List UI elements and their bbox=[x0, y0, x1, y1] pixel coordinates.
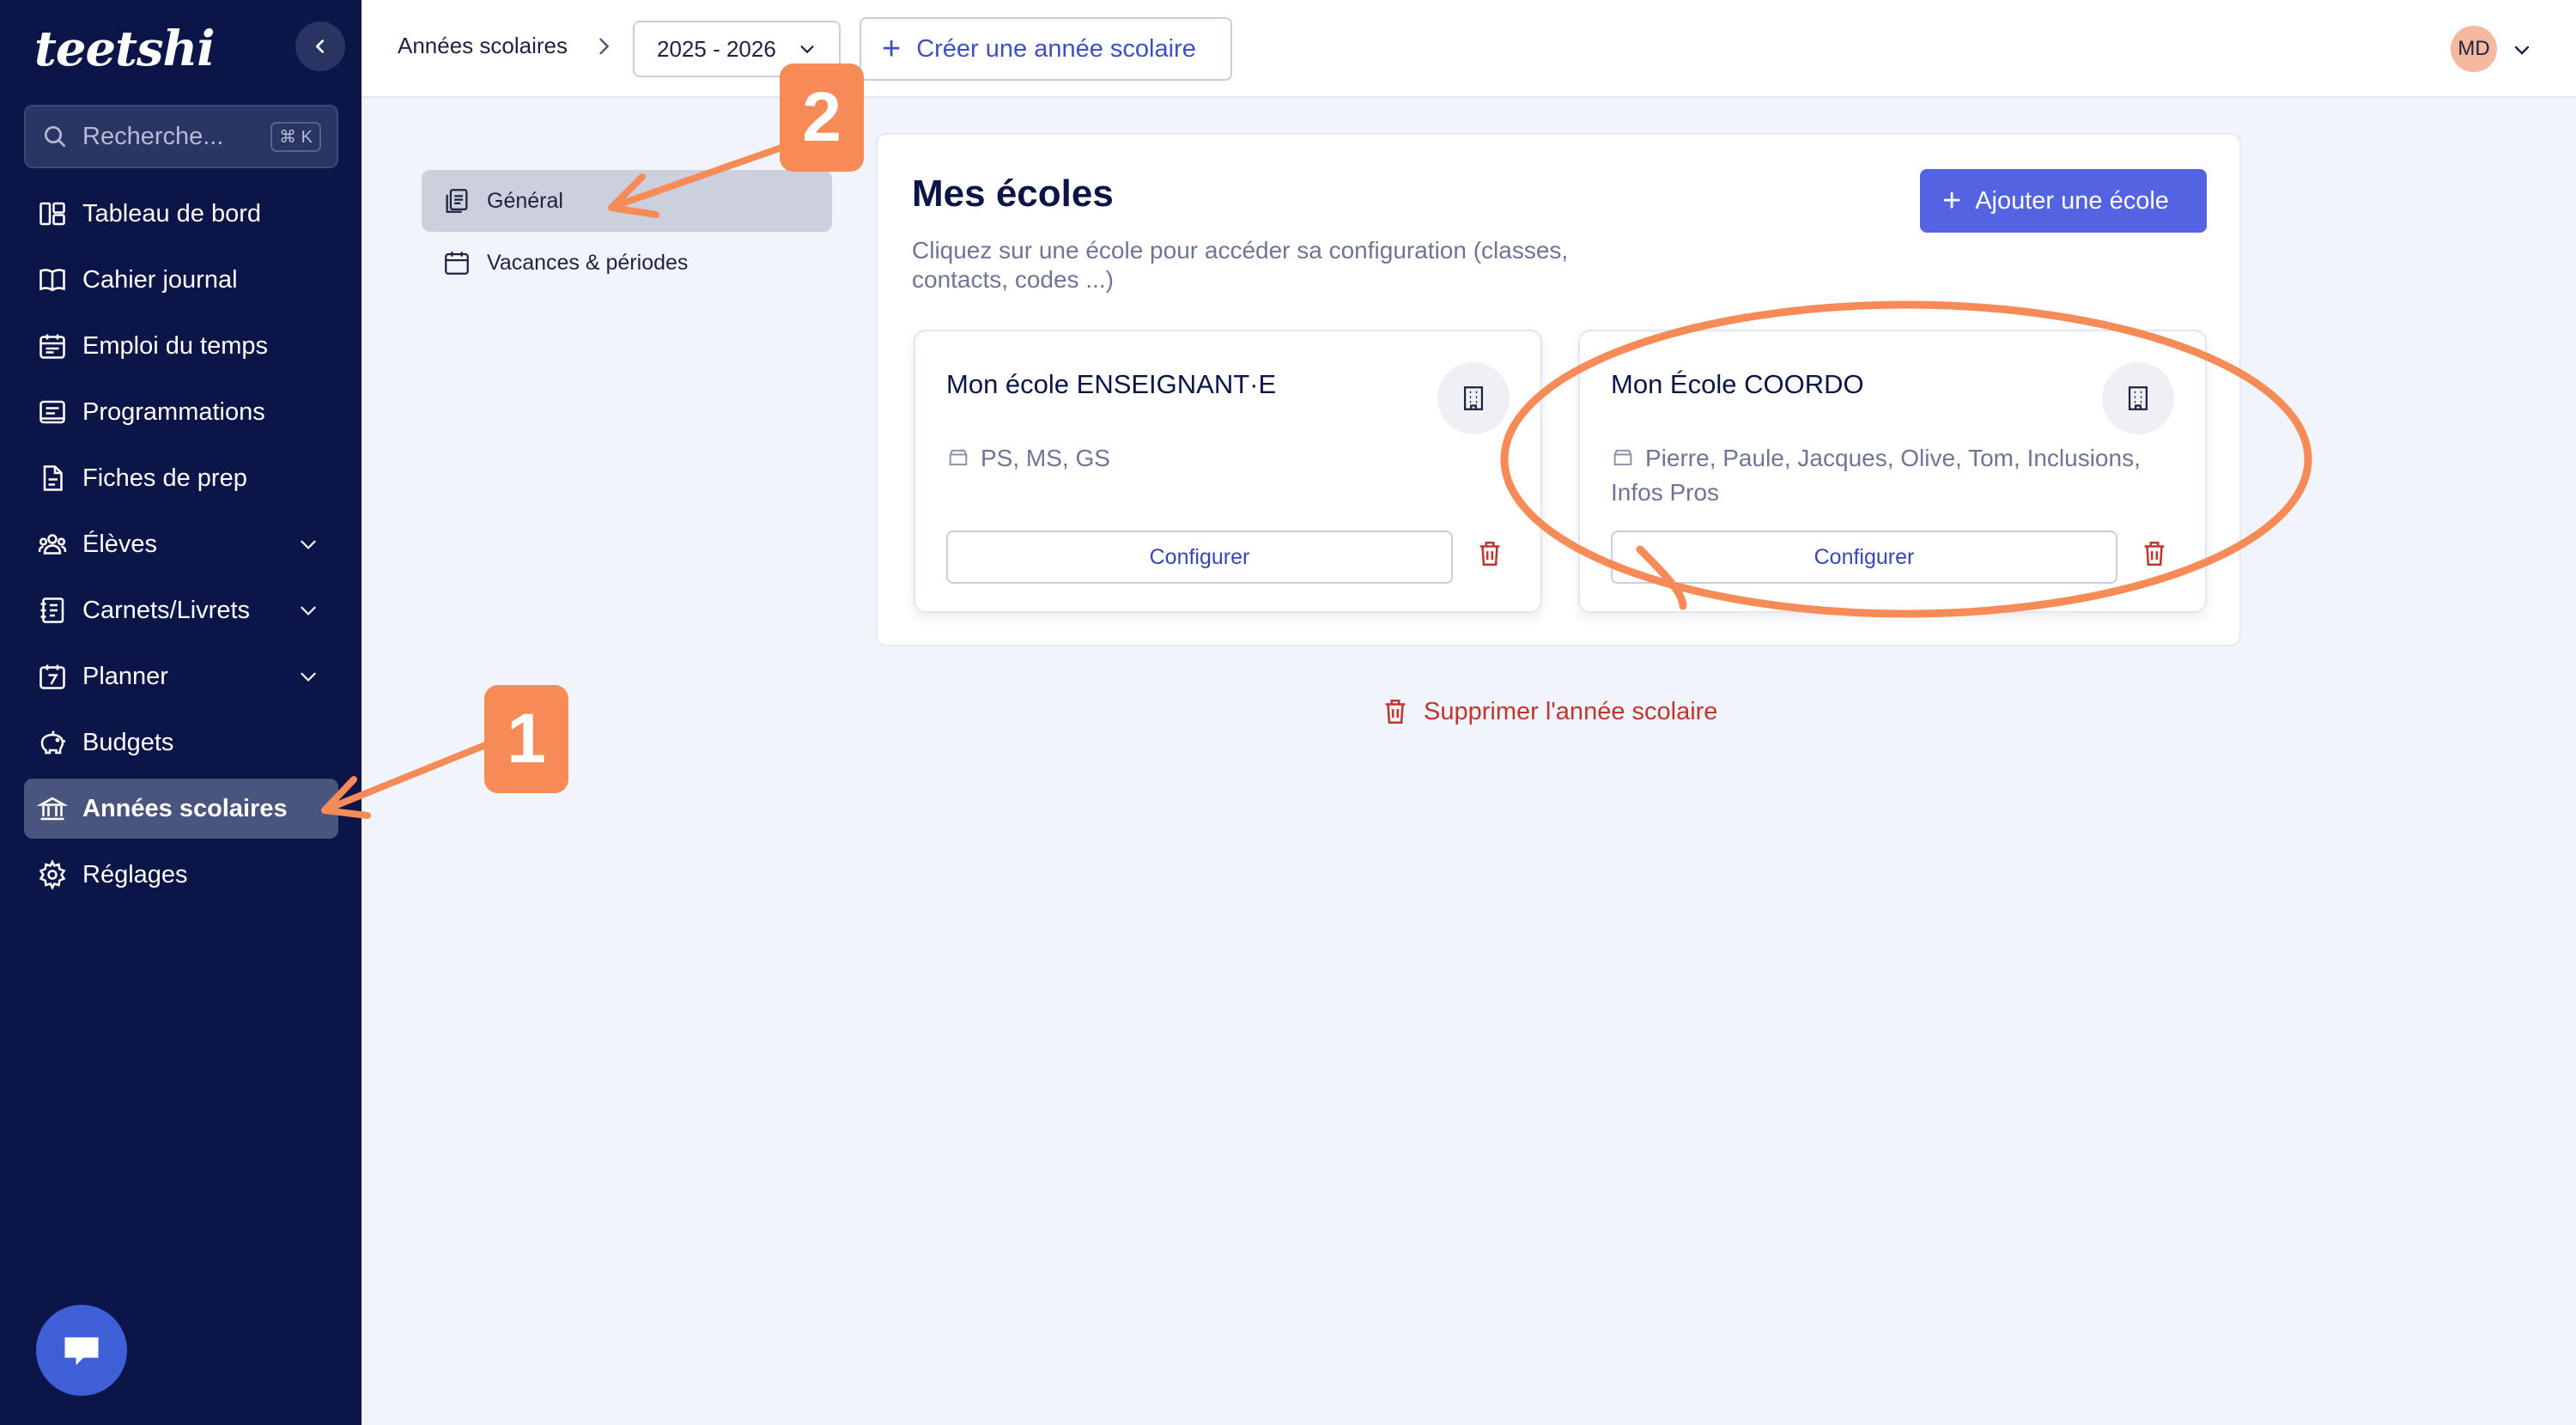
clipboard-icon bbox=[442, 186, 471, 215]
chevron-left-icon bbox=[315, 39, 325, 53]
subnav-item-label: Général bbox=[487, 188, 563, 213]
plus-icon: + bbox=[882, 31, 902, 67]
chevron-down-icon bbox=[297, 665, 319, 688]
sidebar-item-label: Programmations bbox=[82, 397, 265, 426]
sidebar-item-carnets-livrets[interactable]: Carnets/Livrets bbox=[24, 580, 338, 640]
schools-card: Mes écoles Cliquez sur une école pour ac… bbox=[876, 133, 2241, 646]
search-input[interactable]: Recherche... ⌘ K bbox=[24, 105, 338, 168]
school-classes-text: Pierre, Paule, Jacques, Olive, Tom, Incl… bbox=[1611, 445, 2141, 506]
subnav-item-vacances-periodes[interactable]: Vacances & périodes bbox=[422, 232, 832, 294]
sidebar-item-annees-scolaires[interactable]: Années scolaires bbox=[24, 779, 338, 839]
plus-icon: + bbox=[1942, 183, 1962, 219]
create-school-year-label: Créer une année scolaire bbox=[916, 34, 1196, 63]
add-school-label: Ajouter une école bbox=[1975, 186, 2169, 215]
sidebar-item-cahier-journal[interactable]: Cahier journal bbox=[24, 250, 338, 310]
configure-button[interactable]: Configurer bbox=[946, 531, 1453, 584]
sidebar-item-label: Tableau de bord bbox=[82, 199, 261, 227]
chat-icon bbox=[64, 1337, 99, 1366]
sidebar-item-label: Élèves bbox=[82, 530, 158, 558]
sidebar-item-planner[interactable]: Planner bbox=[24, 646, 338, 706]
dashboard-icon bbox=[36, 197, 69, 230]
planner-icon bbox=[36, 660, 69, 693]
configure-button[interactable]: Configurer bbox=[1611, 531, 2117, 584]
sidebar-nav: Tableau de bord Cahier journal Emploi du… bbox=[24, 184, 338, 911]
chat-button[interactable] bbox=[36, 1305, 127, 1396]
subnav-item-general[interactable]: Général bbox=[422, 170, 832, 232]
chevron-right-icon bbox=[592, 34, 616, 63]
school-classes: Pierre, Paule, Jacques, Olive, Tom, Incl… bbox=[1611, 443, 2178, 508]
trash-icon bbox=[1381, 697, 1410, 726]
sidebar-item-programmations[interactable]: Programmations bbox=[24, 382, 338, 442]
sidebar-item-label: Carnets/Livrets bbox=[82, 596, 251, 624]
gear-icon bbox=[36, 858, 69, 891]
list-icon bbox=[36, 396, 69, 428]
avatar[interactable]: MD bbox=[2451, 26, 2497, 72]
create-school-year-button[interactable]: + Créer une année scolaire bbox=[860, 17, 1232, 81]
school-card[interactable]: Mon école ENSEIGNANT·E PS, MS, GS Config… bbox=[914, 330, 1542, 613]
sidebar-item-label: Fiches de prep bbox=[82, 464, 247, 492]
search-placeholder: Recherche... bbox=[82, 122, 224, 150]
subnav-item-label: Vacances & périodes bbox=[487, 250, 689, 275]
sidebar-item-reglages[interactable]: Réglages bbox=[24, 845, 338, 905]
calendar-icon bbox=[442, 248, 471, 277]
school-name: Mon école ENSEIGNANT·E bbox=[946, 369, 1277, 399]
sidebar-item-label: Années scolaires bbox=[82, 794, 288, 822]
add-school-button[interactable]: + Ajouter une école bbox=[1920, 169, 2207, 233]
bank-icon bbox=[36, 792, 69, 825]
box-icon bbox=[1611, 446, 1635, 477]
sidebar-item-eleves[interactable]: Élèves bbox=[24, 514, 338, 574]
search-icon bbox=[45, 126, 65, 147]
piggy-bank-icon bbox=[36, 726, 69, 759]
sidebar-item-emploi-du-temps[interactable]: Emploi du temps bbox=[24, 316, 338, 376]
sidebar-item-tableau-de-bord[interactable]: Tableau de bord bbox=[24, 184, 338, 244]
delete-school-year-button[interactable]: Supprimer l'année scolaire bbox=[1381, 697, 1717, 726]
trash-icon[interactable] bbox=[1475, 539, 1504, 573]
sidebar-item-label: Planner bbox=[82, 662, 168, 690]
collapse-sidebar-button[interactable] bbox=[295, 21, 345, 71]
page-subtitle: Cliquez sur une école pour accéder sa co… bbox=[912, 237, 1569, 293]
notebook-icon bbox=[36, 594, 69, 627]
chevron-down-icon[interactable] bbox=[2512, 39, 2532, 64]
school-card[interactable]: Mon École COORDO Pierre, Paule, Jacques,… bbox=[1578, 330, 2207, 613]
book-icon bbox=[36, 264, 69, 296]
delete-school-year-label: Supprimer l'année scolaire bbox=[1424, 697, 1718, 725]
building-icon bbox=[1437, 362, 1510, 434]
search-shortcut: ⌘ K bbox=[270, 121, 321, 152]
breadcrumb[interactable]: Années scolaires bbox=[398, 33, 568, 59]
sidebar-item-budgets[interactable]: Budgets bbox=[24, 712, 338, 773]
sidebar-item-label: Cahier journal bbox=[82, 265, 238, 294]
chevron-down-icon bbox=[297, 599, 319, 622]
annotation-badge-1: 1 bbox=[484, 685, 568, 793]
school-name: Mon École COORDO bbox=[1611, 369, 1864, 399]
box-icon bbox=[946, 446, 970, 477]
page-title: Mes écoles bbox=[912, 173, 1114, 215]
calendar-icon bbox=[36, 330, 69, 362]
sidebar-item-label: Réglages bbox=[82, 860, 188, 888]
file-icon bbox=[36, 462, 69, 494]
topbar: Années scolaires 2025 - 2026 + Créer une… bbox=[361, 0, 2576, 98]
sidebar: teetshi Recherche... ⌘ K Tableau de bord… bbox=[0, 0, 361, 1425]
users-icon bbox=[36, 528, 69, 561]
chevron-down-icon bbox=[800, 45, 814, 54]
sidebar-item-label: Budgets bbox=[82, 728, 174, 756]
school-classes-text: PS, MS, GS bbox=[981, 445, 1110, 471]
chevron-down-icon bbox=[297, 533, 319, 555]
app-logo[interactable]: teetshi bbox=[34, 21, 216, 77]
building-icon bbox=[2102, 362, 2174, 434]
annotation-badge-2: 2 bbox=[780, 64, 864, 172]
sidebar-item-fiches-de-prep[interactable]: Fiches de prep bbox=[24, 448, 338, 508]
school-classes: PS, MS, GS bbox=[946, 443, 1513, 477]
sidebar-item-label: Emploi du temps bbox=[82, 331, 268, 360]
year-select-value: 2025 - 2026 bbox=[657, 35, 776, 62]
trash-icon[interactable] bbox=[2140, 539, 2169, 573]
